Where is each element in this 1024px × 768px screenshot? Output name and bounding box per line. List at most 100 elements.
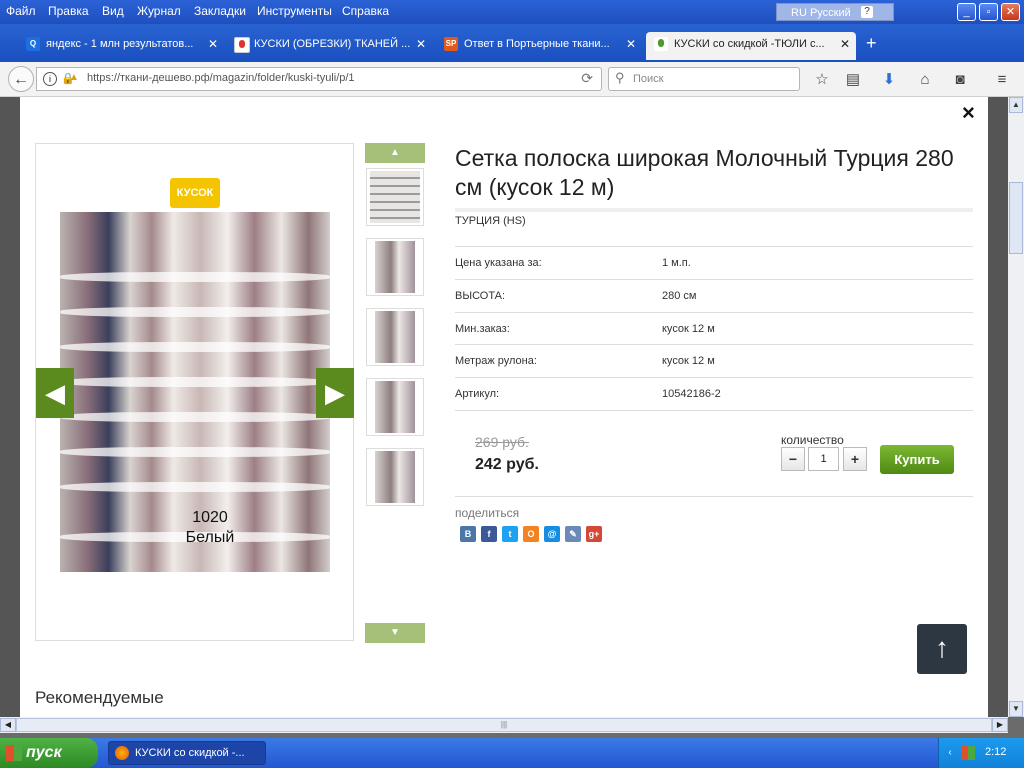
product-title: Сетка полоска широкая Молочный Турция 28… [455, 145, 954, 200]
close-icon[interactable]: ✕ [840, 32, 850, 56]
bookmark-star-icon[interactable]: ☆ [812, 70, 832, 90]
facebook-icon[interactable]: f [481, 526, 497, 542]
odnoklassniki-icon[interactable]: О [523, 526, 539, 542]
minimize-button[interactable]: _ [957, 3, 976, 21]
thumbs-up-button[interactable]: ▲ [365, 143, 425, 163]
close-icon[interactable]: ✕ [416, 32, 426, 56]
tab-strip: Q яндекс - 1 млн результатов... ✕ КУСКИ … [0, 24, 1024, 62]
tray-arrow-icon[interactable]: ‹ [943, 746, 957, 760]
title-divider [455, 208, 973, 212]
menu-icon[interactable]: ≡ [992, 70, 1012, 90]
photo-stripe [60, 482, 330, 492]
scroll-up-button[interactable]: ▲ [1009, 97, 1023, 113]
photo-stripe [60, 377, 330, 387]
thumbnail[interactable] [366, 168, 424, 226]
start-button[interactable]: пуск [0, 738, 98, 768]
address-bar[interactable]: i 🔒 ▲ https://ткани-дешево.рф/magazin/fo… [36, 67, 602, 91]
current-price: 242 руб. [475, 456, 539, 473]
search-placeholder: Поиск [633, 73, 664, 85]
scroll-left-button[interactable]: ◀ [0, 718, 16, 732]
firefox-icon [115, 746, 129, 760]
menu-tools[interactable]: Инструменты [257, 4, 332, 18]
search-input[interactable]: ⚲ Поиск [608, 67, 800, 91]
menu-history[interactable]: Журнал [137, 4, 181, 18]
system-tray: ‹ 2:12 [938, 738, 1024, 768]
menu-view[interactable]: Вид [102, 4, 124, 18]
language-bar[interactable]: RU Русский ? [776, 3, 894, 21]
url-text[interactable]: https://ткани-дешево.рф/magazin/folder/k… [87, 72, 355, 84]
quantity-input[interactable]: 1 [808, 447, 839, 471]
info-icon[interactable]: i [43, 72, 57, 86]
spec-key: ВЫСОТА: [455, 290, 506, 302]
old-price: 269 руб. [475, 434, 529, 450]
livejournal-icon[interactable]: ✎ [565, 526, 581, 542]
photo-stripe [60, 272, 330, 282]
tab-title: Ответ в Портьерные ткани... [464, 38, 610, 50]
start-label: пуск [26, 744, 62, 761]
close-icon[interactable]: ✕ [208, 32, 218, 56]
spec-row: Артикул: 10542186-2 [455, 377, 973, 410]
spec-key: Артикул: [455, 388, 500, 400]
menu-bar: Файл Правка Вид Журнал Закладки Инструме… [0, 0, 1024, 24]
quantity-minus-button[interactable]: − [781, 447, 805, 471]
scroll-right-button[interactable]: ▶ [992, 718, 1008, 732]
photo-stripe [60, 342, 330, 352]
prev-image-button[interactable]: ◀ [36, 368, 74, 418]
share-divider [455, 496, 973, 497]
next-image-button[interactable]: ▶ [316, 368, 354, 418]
menu-help[interactable]: Справка [342, 4, 389, 18]
spec-value: кусок 12 м [662, 323, 715, 335]
menu-file[interactable]: Файл [6, 4, 36, 18]
tab-kuski-obrezki[interactable]: КУСКИ (ОБРЕЗКИ) ТКАНЕЙ ... ✕ [226, 32, 432, 60]
download-icon[interactable]: ⬇ [879, 70, 899, 90]
sp-icon: SP [444, 37, 458, 51]
mailru-icon[interactable]: @ [544, 526, 560, 542]
scroll-thumb[interactable] [1009, 182, 1023, 254]
home-icon[interactable]: ⌂ [915, 70, 935, 90]
reading-list-icon[interactable]: ▤ [843, 70, 863, 90]
tab-portiernye[interactable]: SP Ответ в Портьерные ткани... ✕ [436, 32, 642, 60]
scroll-thumb-horizontal[interactable]: ||| [16, 718, 992, 732]
quantity-plus-button[interactable]: + [843, 447, 867, 471]
spec-key: Метраж рулона: [455, 355, 537, 367]
modal-close-button[interactable]: × [962, 100, 975, 126]
thumbnail[interactable] [366, 308, 424, 366]
tab-title: КУСКИ (ОБРЕЗКИ) ТКАНЕЙ ... [254, 38, 411, 50]
back-button[interactable]: ← [8, 66, 34, 92]
twitter-icon[interactable]: t [502, 526, 518, 542]
pocket-icon[interactable]: ◙ [950, 70, 970, 90]
tab-kuski-tyuli[interactable]: КУСКИ со скидкой -ТЮЛИ с... ✕ [646, 32, 856, 60]
spec-value: 1 м.п. [662, 257, 691, 269]
tab-title: яндекс - 1 млн результатов... [46, 38, 194, 50]
menu-edit[interactable]: Правка [48, 4, 89, 18]
spec-row: Цена указана за: 1 м.п. [455, 246, 973, 279]
thumbs-down-button[interactable]: ▼ [365, 623, 425, 643]
horizontal-scrollbar[interactable]: ◀ ||| ▶ [0, 717, 1008, 733]
thumbnail[interactable] [366, 448, 424, 506]
spec-value: 280 см [662, 290, 697, 302]
thumbnail-image [375, 381, 415, 433]
help-icon[interactable]: ? [861, 6, 873, 18]
new-tab-button[interactable]: + [866, 33, 877, 53]
close-icon[interactable]: ✕ [626, 32, 636, 56]
scroll-down-button[interactable]: ▼ [1009, 701, 1023, 717]
buy-button[interactable]: Купить [880, 445, 954, 474]
restore-button[interactable]: ▫ [979, 3, 998, 21]
reload-icon[interactable]: ⟳ [581, 70, 593, 87]
tab-title: КУСКИ со скидкой -ТЮЛИ с... [674, 38, 825, 50]
google-plus-icon[interactable]: g+ [586, 526, 602, 542]
thumbnail-image [370, 171, 420, 223]
vertical-scrollbar[interactable]: ▲ ▼ [1008, 97, 1024, 717]
thumbnail[interactable] [366, 238, 424, 296]
menu-bookmarks[interactable]: Закладки [194, 4, 246, 18]
photo-stripe [60, 307, 330, 317]
tab-yandex[interactable]: Q яндекс - 1 млн результатов... ✕ [18, 32, 224, 60]
spec-key: Мин.заказ: [455, 323, 510, 335]
thumbnail[interactable] [366, 378, 424, 436]
vk-icon[interactable]: В [460, 526, 476, 542]
product-photo[interactable]: 1020 Белый [60, 212, 330, 572]
window-close-button[interactable]: ✕ [1001, 3, 1020, 21]
taskbar-item-firefox[interactable]: КУСКИ со скидкой -... [108, 741, 266, 765]
tray-windows-icon[interactable] [961, 746, 975, 760]
scroll-to-top-button[interactable]: ↑ [917, 624, 967, 674]
